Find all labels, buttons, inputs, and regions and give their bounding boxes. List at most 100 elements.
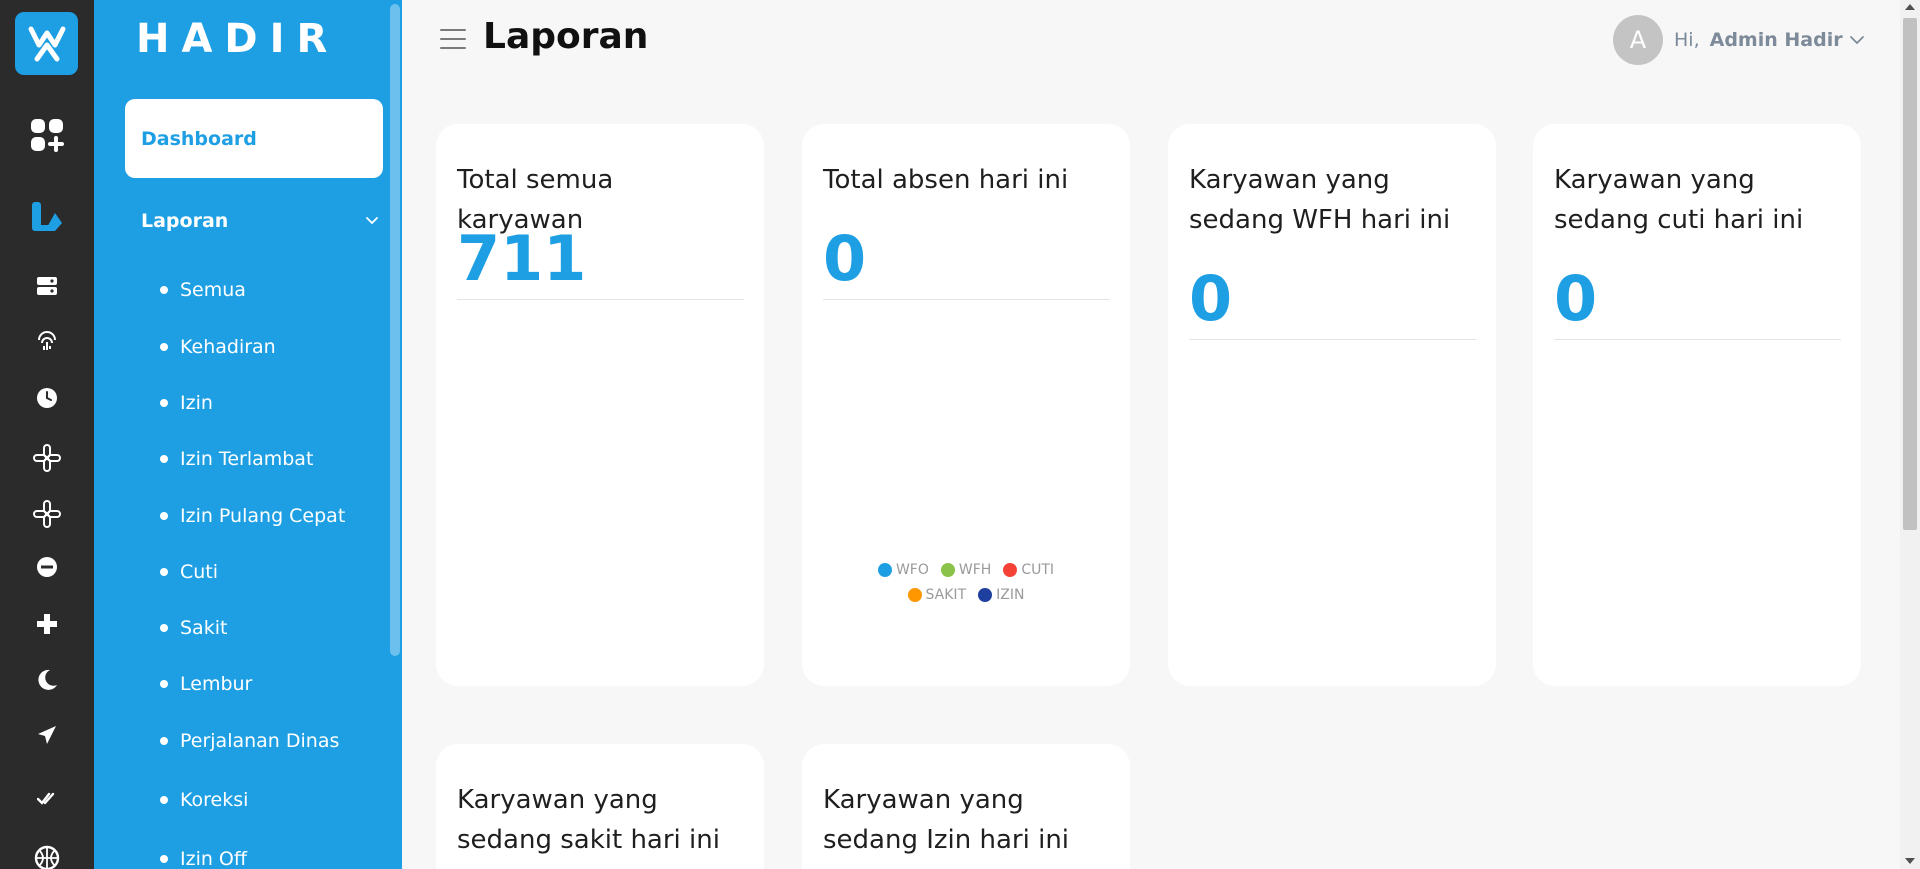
plus-icon[interactable] bbox=[0, 604, 94, 644]
stat-card-cuti: Karyawan yang sedang cuti hari ini 0 bbox=[1533, 124, 1861, 686]
sidebar-subitem-izin-pulang-cepat[interactable]: Izin Pulang Cepat bbox=[160, 501, 345, 531]
sidebar-scrollbar[interactable] bbox=[390, 4, 400, 656]
stat-card-sakit: Karyawan yang sedang sakit hari ini bbox=[436, 744, 764, 869]
sidebar-subitem-label: Izin Pulang Cepat bbox=[180, 505, 346, 527]
card-title: Karyawan yang sedang cuti hari ini bbox=[1554, 165, 1804, 235]
chart-legend: WFO WFH CUTI bbox=[802, 562, 1130, 578]
menu-toggle-icon[interactable] bbox=[440, 29, 466, 49]
bullet-icon bbox=[160, 286, 168, 294]
fingerprint-icon[interactable] bbox=[0, 322, 94, 362]
bullet-icon bbox=[160, 737, 168, 745]
sidebar-subitem-koreksi[interactable]: Koreksi bbox=[160, 785, 248, 815]
card-divider bbox=[457, 299, 744, 300]
sidebar-subitem-cuti[interactable]: Cuti bbox=[160, 557, 218, 587]
sidebar-subitem-izin-terlambat[interactable]: Izin Terlambat bbox=[160, 444, 313, 474]
stat-card-wfh: Karyawan yang sedang WFH hari ini 0 bbox=[1168, 124, 1496, 686]
sidebar-subitem-izin-off[interactable]: Izin Off bbox=[160, 844, 247, 869]
bullet-icon bbox=[160, 343, 168, 351]
card-value: 711 bbox=[457, 222, 587, 295]
bullet-icon bbox=[160, 399, 168, 407]
card-value: 0 bbox=[1554, 262, 1598, 335]
user-menu[interactable]: A Hi, Admin Hadir bbox=[1613, 15, 1865, 65]
sidebar-subitem-label: Izin bbox=[180, 392, 213, 414]
slack-icon[interactable] bbox=[0, 494, 94, 534]
sidebar-subitem-label: Koreksi bbox=[180, 789, 249, 811]
stat-card-total-karyawan: Total semua karyawan 711 bbox=[436, 124, 764, 686]
moon-icon[interactable] bbox=[0, 660, 94, 700]
card-divider bbox=[823, 299, 1110, 300]
sidebar-subitem-label: Sakit bbox=[180, 617, 228, 639]
sidebar-subitem-kehadiran[interactable]: Kehadiran bbox=[160, 332, 276, 362]
hamburger-line bbox=[440, 38, 466, 40]
sidebar-subitem-label: Cuti bbox=[180, 561, 219, 583]
bullet-icon bbox=[160, 455, 168, 463]
hamburger-line bbox=[440, 29, 466, 31]
stat-card-izin: Karyawan yang sedang Izin hari ini bbox=[802, 744, 1130, 869]
greeting-text: Hi, bbox=[1674, 29, 1700, 51]
legend-item-wfo[interactable]: WFO bbox=[877, 562, 929, 578]
legend-swatch bbox=[907, 588, 922, 602]
basketball-icon[interactable] bbox=[0, 838, 94, 869]
bullet-icon bbox=[160, 680, 168, 688]
scroll-up-icon[interactable] bbox=[1905, 4, 1915, 10]
legend-label: CUTI bbox=[1021, 562, 1055, 578]
sidebar-subitem-label: Izin Off bbox=[180, 848, 247, 869]
brand-logo: HADIR bbox=[136, 16, 340, 62]
legend-label: SAKIT bbox=[925, 587, 967, 603]
chevron-down-icon[interactable] bbox=[1849, 35, 1865, 45]
sidebar-subitem-sakit[interactable]: Sakit bbox=[160, 613, 227, 643]
stat-card-total-absen: Total absen hari ini 0 WFO WFH CUTI SAKI… bbox=[802, 124, 1130, 686]
page-title: Laporan bbox=[483, 16, 649, 57]
sidebar-subitem-label: Izin Terlambat bbox=[180, 448, 314, 470]
sidebar: HADIR Dashboard Laporan Semua Kehadiran … bbox=[94, 0, 402, 869]
minus-circle-icon[interactable] bbox=[0, 547, 94, 587]
sidebar-item-dashboard[interactable]: Dashboard bbox=[125, 99, 383, 178]
sidebar-subitem-semua[interactable]: Semua bbox=[160, 275, 246, 305]
avatar[interactable]: A bbox=[1613, 15, 1663, 65]
bullet-icon bbox=[160, 855, 168, 863]
page-scrollbar-thumb[interactable] bbox=[1903, 18, 1917, 530]
sidebar-item-label: Dashboard bbox=[141, 127, 257, 150]
scroll-down-icon[interactable] bbox=[1905, 858, 1915, 864]
card-value: 0 bbox=[1189, 262, 1233, 335]
sidebar-subitem-label: Kehadiran bbox=[180, 336, 276, 358]
legend-label: IZIN bbox=[996, 587, 1025, 603]
icon-rail bbox=[0, 0, 94, 869]
card-title: Karyawan yang sedang WFH hari ini bbox=[1189, 165, 1451, 235]
legend-item-cuti[interactable]: CUTI bbox=[1003, 562, 1054, 578]
dashboard-icon[interactable] bbox=[0, 115, 94, 155]
legend-swatch bbox=[978, 588, 993, 602]
sidebar-item-laporan[interactable]: Laporan bbox=[125, 200, 383, 242]
sidebar-item-label: Laporan bbox=[141, 210, 229, 232]
sidebar-subitem-label: Lembur bbox=[180, 673, 253, 695]
card-divider bbox=[1554, 339, 1841, 340]
sidebar-subitem-lembur[interactable]: Lembur bbox=[160, 669, 252, 699]
chevron-down-icon bbox=[366, 217, 378, 225]
server-icon[interactable] bbox=[0, 266, 94, 306]
legend-item-izin[interactable]: IZIN bbox=[978, 587, 1024, 603]
legend-item-sakit[interactable]: SAKIT bbox=[907, 587, 967, 603]
plane-icon[interactable] bbox=[0, 715, 94, 755]
chart-legend-row-2: SAKIT IZIN bbox=[802, 587, 1130, 603]
user-name[interactable]: Admin Hadir bbox=[1710, 29, 1843, 51]
legend-item-wfh[interactable]: WFH bbox=[940, 562, 991, 578]
clock-icon[interactable] bbox=[0, 378, 94, 418]
legend-swatch bbox=[1003, 563, 1018, 577]
sidebar-subitem-label: Perjalanan Dinas bbox=[180, 730, 340, 752]
sidebar-subitem-perjalanan-dinas[interactable]: Perjalanan Dinas bbox=[160, 726, 339, 756]
report-icon[interactable] bbox=[0, 197, 94, 237]
card-title: Karyawan yang sedang sakit hari ini bbox=[457, 785, 720, 855]
bullet-icon bbox=[160, 624, 168, 632]
card-value: 0 bbox=[823, 222, 867, 295]
sidebar-subitem-label: Semua bbox=[180, 279, 246, 301]
slack-icon[interactable] bbox=[0, 438, 94, 478]
card-title: Total absen hari ini bbox=[823, 165, 1069, 195]
card-divider bbox=[1189, 339, 1476, 340]
check-double-icon[interactable] bbox=[0, 778, 94, 818]
legend-swatch bbox=[877, 563, 892, 577]
sidebar-subitem-izin[interactable]: Izin bbox=[160, 388, 213, 418]
hamburger-line bbox=[440, 47, 466, 49]
bullet-icon bbox=[160, 568, 168, 576]
hadir-logo-icon[interactable] bbox=[15, 12, 78, 75]
legend-swatch bbox=[940, 563, 955, 577]
